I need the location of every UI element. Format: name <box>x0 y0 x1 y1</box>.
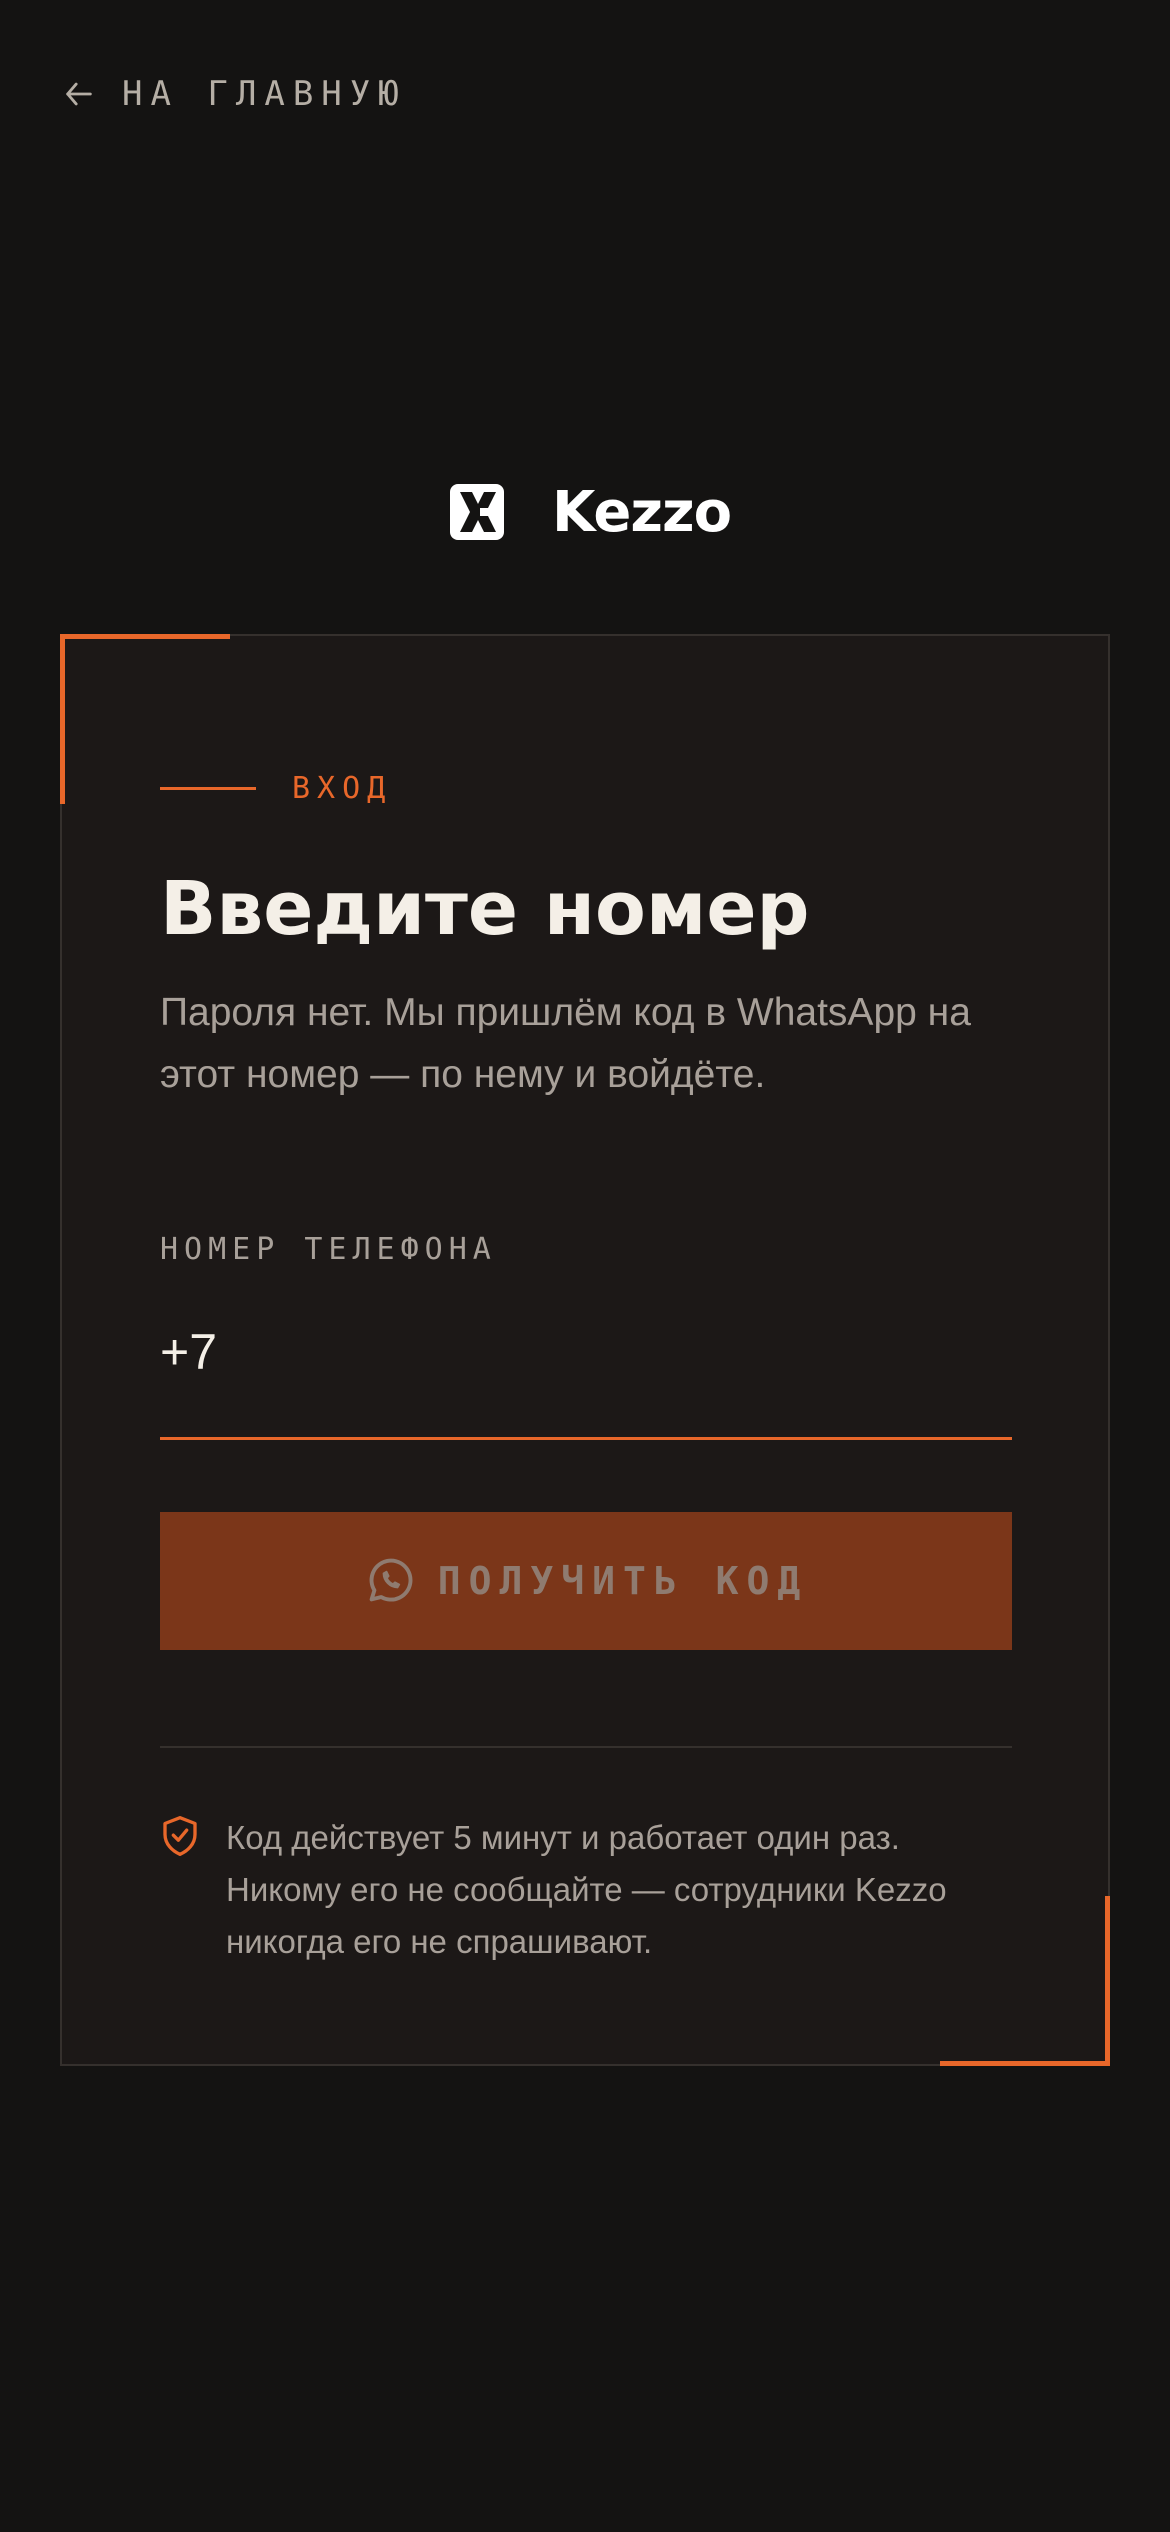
back-link-label: НА ГЛАВНУЮ <box>122 74 407 114</box>
shield-check-icon <box>163 1815 197 1856</box>
eyebrow: ВХОД <box>160 768 392 808</box>
security-note-text: Код действует 5 минут и работает один ра… <box>226 1819 947 1960</box>
brand-name: Kezzo <box>552 479 732 545</box>
eyebrow-text: ВХОД <box>292 770 393 806</box>
login-card: ВХОД Введите номер Пароля нет. Мы пришлё… <box>60 634 1110 2066</box>
page-subtitle: Пароля нет. Мы пришлём код в WhatsApp на… <box>160 991 971 1096</box>
security-note: Код действует 5 минут и работает один ра… <box>160 1812 1012 1968</box>
kezzo-logo-icon <box>450 484 504 540</box>
login-page: НА ГЛАВНУЮ Kezzo ВХОД Введите номер Паро… <box>0 0 1170 2532</box>
back-to-home-link[interactable]: НА ГЛАВНУЮ <box>62 68 407 120</box>
whatsapp-icon <box>369 1558 413 1602</box>
arrow-left-icon <box>66 82 92 106</box>
get-code-button-label: ПОЛУЧИТЬ КОД <box>437 1559 809 1603</box>
get-code-button[interactable]: ПОЛУЧИТЬ КОД <box>160 1512 1012 1650</box>
divider <box>160 1746 1012 1748</box>
page-title: Введите номер <box>160 866 810 952</box>
phone-input-underline <box>160 1437 1012 1440</box>
brand-logo: Kezzo <box>450 479 732 545</box>
phone-field-label: НОМЕР ТЕЛЕФОНА <box>160 1232 497 1267</box>
eyebrow-line <box>160 786 256 790</box>
phone-input[interactable] <box>160 1316 1012 1388</box>
